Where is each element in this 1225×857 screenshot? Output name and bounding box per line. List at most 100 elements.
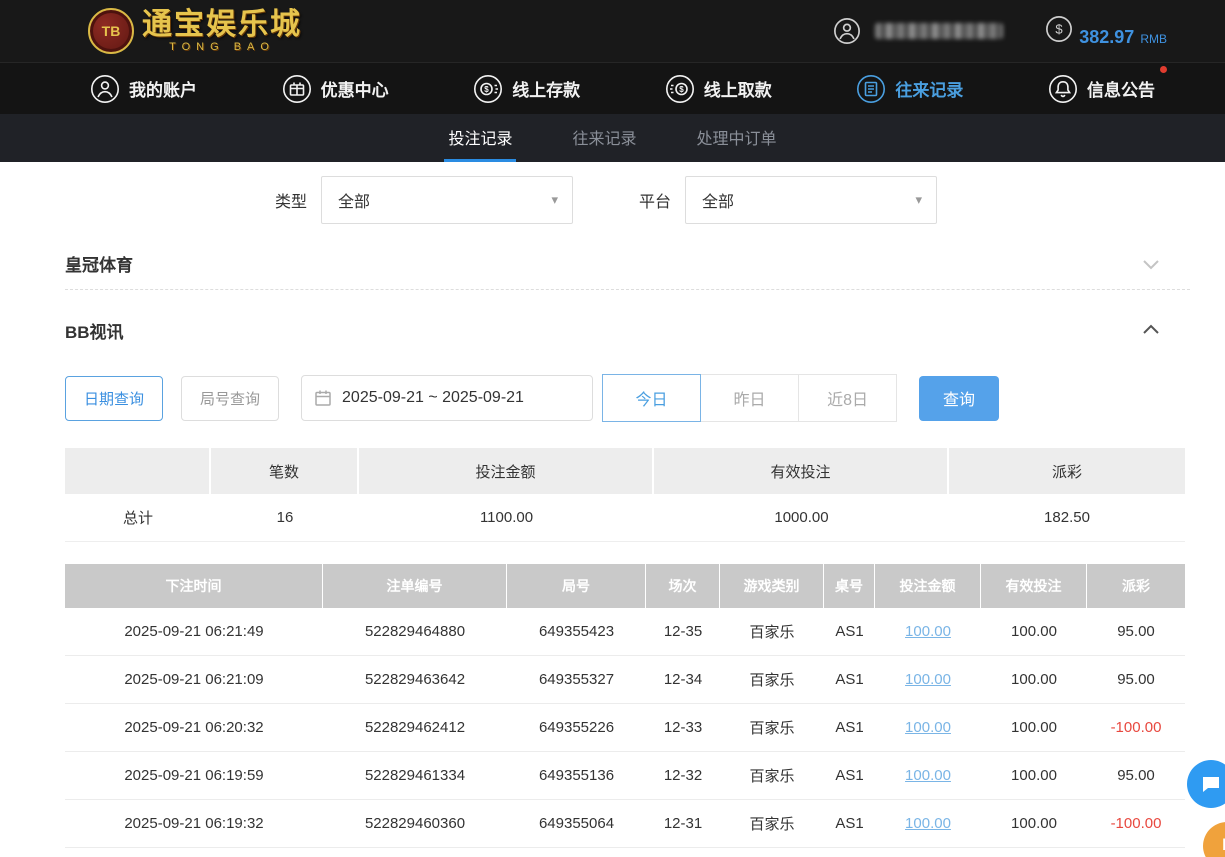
records-icon [857, 74, 886, 103]
cell-table-number: AS1 [835, 767, 864, 784]
svg-text:$: $ [679, 85, 684, 94]
coin-dollar-icon: $ [1046, 15, 1073, 42]
table-row: 2025-09-21 06:21:49 522829464880 6493554… [65, 608, 1185, 656]
main-nav: 我的账户 优惠中心 $ 线上存款 $ 线上取款 往来记录 信息公告 [0, 62, 1225, 114]
tab-processing-orders[interactable]: 处理中订单 [693, 114, 781, 162]
nav-label: 优惠中心 [320, 81, 389, 100]
summary-total-valid-bet: 1000.00 [654, 494, 949, 542]
balance-display[interactable]: $ 382.97 RMB [1045, 15, 1167, 48]
calendar-icon [315, 390, 331, 406]
chevron-down-icon[interactable] [1140, 253, 1162, 275]
cell-valid-bet: 100.00 [1011, 815, 1057, 832]
cell-bet-time: 2025-09-21 06:21:49 [124, 623, 264, 640]
bet-amount-link[interactable]: 100.00 [905, 671, 951, 688]
nav-label: 线上存款 [512, 81, 581, 100]
chevron-up-icon[interactable] [1140, 319, 1162, 341]
account-area: $ 382.97 RMB [833, 0, 1167, 62]
table-row: 2025-09-21 06:19:59 522829461334 6493551… [65, 752, 1185, 800]
header-game-type: 游戏类别 [720, 564, 824, 608]
header-valid-bet: 有效投注 [981, 564, 1087, 608]
nav-item-deposit[interactable]: $ 线上存款 [473, 74, 580, 104]
cell-round-number: 649355226 [538, 719, 615, 736]
withdraw-icon: $ [665, 74, 694, 103]
cell-round-number: 649355423 [538, 623, 615, 640]
last8days-button[interactable]: 近8日 [798, 374, 898, 422]
cell-table-number: AS1 [835, 815, 864, 832]
chevron-down-icon: ▾ [915, 192, 923, 207]
bet-records-table: 下注时间 注单编号 局号 场次 游戏类别 桌号 投注金额 有效投注 派彩 202… [65, 564, 1185, 848]
section-crown-sports[interactable]: 皇冠体育 [65, 238, 1190, 290]
main-content: 类型 全部 ▾ 平台 全部 ▾ 皇冠体育 BB视讯 日期查询 局号查询 2025… [0, 176, 1225, 848]
cell-round-number: 649355136 [538, 767, 615, 784]
cell-game-type: 百家乐 [749, 816, 795, 833]
summary-total-bet-amount: 1100.00 [359, 494, 654, 542]
type-filter-select[interactable]: 全部 ▾ [321, 176, 574, 224]
type-filter-value: 全部 [338, 194, 371, 211]
platform-filter-value: 全部 [702, 194, 735, 211]
cell-valid-bet: 100.00 [1011, 623, 1057, 640]
date-range-picker[interactable]: 2025-09-21 ~ 2025-09-21 [301, 375, 594, 421]
header-payout: 派彩 [1122, 578, 1150, 594]
cell-round-number: 649355327 [538, 671, 615, 688]
bet-amount-link[interactable]: 100.00 [905, 623, 951, 640]
cell-session: 12-33 [663, 719, 703, 736]
cell-game-type: 百家乐 [749, 672, 795, 689]
yesterday-button[interactable]: 昨日 [700, 374, 800, 422]
bet-amount-link[interactable]: 100.00 [905, 767, 951, 784]
brand-name-en: TONG BAO [169, 40, 275, 53]
summary-header-bet-amount: 投注金额 [359, 448, 654, 494]
cell-table-number: AS1 [835, 719, 864, 736]
summary-table: 笔数 投注金额 有效投注 派彩 总计 16 1100.00 1000.00 18… [65, 448, 1185, 542]
nav-item-my-account[interactable]: 我的账户 [90, 74, 197, 104]
cell-bet-time: 2025-09-21 06:21:09 [124, 671, 264, 688]
summary-header-count: 笔数 [211, 448, 359, 494]
today-button[interactable]: 今日 [602, 374, 702, 422]
cell-session: 12-32 [663, 767, 703, 784]
svg-text:$: $ [1056, 21, 1064, 36]
cell-order-number: 522829461334 [364, 767, 466, 784]
header-table-number: 桌号 [824, 564, 875, 608]
section-bb-video[interactable]: BB视讯 [65, 304, 1190, 356]
bet-amount-link[interactable]: 100.00 [905, 815, 951, 832]
cell-bet-amount: 100.00 [875, 752, 981, 799]
summary-total-label: 总计 [65, 494, 211, 542]
nav-item-promotions[interactable]: 优惠中心 [282, 74, 389, 104]
nav-label: 线上取款 [703, 81, 772, 100]
tb-coin-logo: TB [88, 8, 134, 54]
table-row: 2025-09-21 06:20:32 522829462412 6493552… [65, 704, 1185, 752]
summary-total-count: 16 [211, 494, 359, 542]
site-logo[interactable]: TB 通宝娱乐城 TONG BAO [88, 8, 302, 54]
cell-bet-time: 2025-09-21 06:20:32 [124, 719, 264, 736]
tab-transaction-records[interactable]: 往来记录 [568, 114, 640, 162]
cell-round-number: 649355064 [538, 815, 615, 832]
username-redacted[interactable] [875, 23, 1004, 39]
quick-date-group: 今日 昨日 近8日 [602, 374, 898, 422]
header-round-number: 局号 [507, 564, 646, 608]
cell-valid-bet: 100.00 [1011, 719, 1057, 736]
date-range-value: 2025-09-21 ~ 2025-09-21 [342, 389, 524, 406]
summary-header-row: 笔数 投注金额 有效投注 派彩 [65, 448, 1185, 494]
table-row: 2025-09-21 06:21:09 522829463642 6493553… [65, 656, 1185, 704]
cell-bet-time: 2025-09-21 06:19:32 [124, 815, 264, 832]
bet-table-body: 2025-09-21 06:21:49 522829464880 6493554… [65, 608, 1185, 848]
platform-filter-select[interactable]: 全部 ▾ [685, 176, 938, 224]
filter-row: 类型 全部 ▾ 平台 全部 ▾ [275, 176, 1190, 224]
bet-amount-link[interactable]: 100.00 [905, 719, 951, 736]
table-header-row: 下注时间 注单编号 局号 场次 游戏类别 桌号 投注金额 有效投注 派彩 [65, 564, 1185, 608]
search-button[interactable]: 查询 [919, 375, 1000, 421]
cell-session: 12-35 [663, 623, 703, 640]
notification-dot [1159, 65, 1167, 73]
cell-payout: -100.00 [1110, 719, 1162, 736]
cell-game-type: 百家乐 [749, 768, 795, 785]
cell-game-type: 百家乐 [749, 624, 795, 641]
date-query-button[interactable]: 日期查询 [65, 375, 164, 421]
cell-bet-time: 2025-09-21 06:19:59 [124, 767, 264, 784]
nav-item-announcements[interactable]: 信息公告 [1048, 65, 1167, 104]
query-controls: 日期查询 局号查询 2025-09-21 ~ 2025-09-21 今日 昨日 … [65, 374, 1190, 422]
tab-bet-records[interactable]: 投注记录 [444, 114, 517, 162]
nav-item-transactions[interactable]: 往来记录 [856, 74, 963, 104]
header-session: 场次 [646, 564, 720, 608]
nav-item-withdraw[interactable]: $ 线上取款 [665, 74, 772, 104]
cell-valid-bet: 100.00 [1011, 767, 1057, 784]
round-query-button[interactable]: 局号查询 [181, 375, 280, 421]
